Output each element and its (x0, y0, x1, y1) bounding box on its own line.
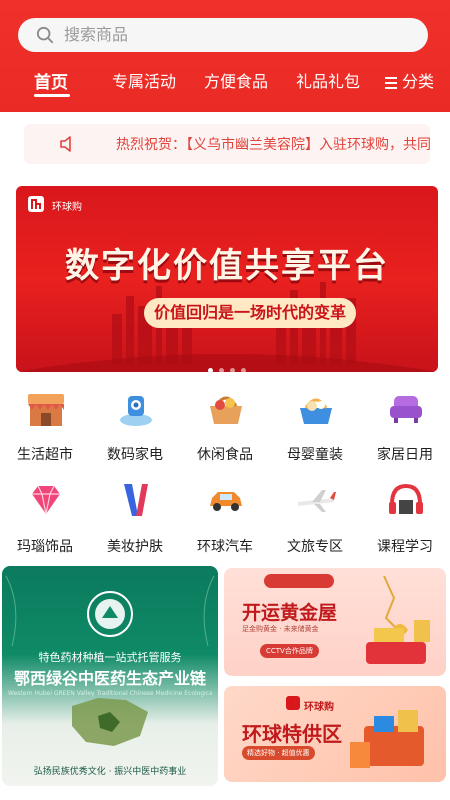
banner-slogan: 价值回归是一场时代的变革 (144, 298, 356, 328)
tcm-footer-slogan: 弘扬民族优秀文化 · 振兴中医中药事业 (33, 767, 187, 777)
active-tab-indicator (34, 94, 70, 97)
category-item-mother-baby[interactable]: 母婴童装 (270, 386, 360, 466)
gold-house-subtitle: 足金购黄金 · 未来储黄金 (242, 625, 319, 633)
category-label: 母婴童装 (287, 447, 343, 463)
category-item-beauty-skincare[interactable]: 美妆护肤 (90, 478, 180, 558)
baby-basket-icon (300, 398, 332, 424)
special-supply-title: 环球特供区 (242, 722, 342, 746)
announcement-text: 热烈祝贺：【义乌市幽兰美容院】入驻环球购，共同 (116, 137, 430, 153)
tcm-english-title: Western Hubei GREEN Valley Traditional C… (8, 690, 212, 697)
digital-appliance-icon (120, 396, 152, 426)
category-item-life-supermarket[interactable]: 生活超市 (0, 386, 90, 466)
tab-home[interactable]: 首页 (34, 68, 68, 93)
tcm-tagline: 特色药材种植一站式托管服务 (38, 651, 182, 664)
category-list-icon[interactable] (384, 76, 398, 90)
tab-exclusive-activity[interactable]: 专属活动 (112, 68, 176, 92)
category-label: 数码家电 (107, 447, 163, 463)
headphones-book-icon (389, 483, 423, 514)
category-item-culture-travel[interactable]: 文旅专区 (270, 478, 360, 558)
car-icon (210, 492, 242, 511)
app-root: 搜索商品 首页 专属活动 方便食品 礼品礼包 分类 热烈祝贺：【义乌市幽兰美容院… (0, 0, 450, 800)
store-icon (28, 394, 64, 426)
category-label: 休闲食品 (197, 447, 253, 463)
gem-icon (32, 485, 60, 515)
carousel-dot[interactable] (230, 368, 235, 372)
category-item-global-auto[interactable]: 环球汽车 (180, 478, 270, 558)
snack-basket-icon (210, 396, 242, 424)
tab-gift-packs[interactable]: 礼品礼包 (296, 68, 360, 92)
promo-card-gold-house[interactable]: 开运黄金屋 足金购黄金 · 未来储黄金 CCTV合作品牌 (224, 568, 446, 676)
category-label: 家居日用 (377, 447, 433, 463)
top-header: 搜索商品 首页 专属活动 方便食品 礼品礼包 分类 (0, 0, 450, 112)
promo-card-special-supply[interactable]: 环球购 环球特供区 精选好物 · 超值优惠 (224, 686, 446, 782)
tcm-title: 鄂西绿谷中医药生态产业链 (13, 669, 206, 688)
airplane-icon (298, 490, 336, 512)
gold-house-tag: CCTV合作品牌 (260, 644, 319, 658)
category-label: 课程学习 (377, 539, 433, 555)
category-item-digital-appliance[interactable]: 数码家电 (90, 386, 180, 466)
carousel-dot[interactable] (219, 368, 224, 372)
cosmetics-icon (124, 484, 148, 516)
speaker-icon (60, 136, 71, 152)
category-item-snacks[interactable]: 休闲食品 (180, 386, 270, 466)
category-item-home-daily[interactable]: 家居日用 (360, 386, 450, 466)
category-item-agate-jewelry[interactable]: 玛瑙饰品 (0, 478, 90, 558)
search-icon (36, 26, 54, 44)
huanqiugou-logo-icon (28, 196, 44, 212)
category-tabs: 首页 专属活动 方便食品 礼品礼包 分类 (0, 62, 450, 102)
hero-banner[interactable]: 环球购 数字化价值共享平台 价值回归是一场时代的变革 (16, 186, 438, 372)
search-bar[interactable]: 搜索商品 (18, 18, 428, 52)
banner-brand-name: 环球购 (52, 202, 82, 213)
carousel-indicator (16, 358, 438, 372)
tab-convenience-food[interactable]: 方便食品 (204, 68, 268, 92)
category-label: 文旅专区 (287, 539, 343, 555)
sofa-icon (390, 396, 422, 423)
category-label: 美妆护肤 (107, 539, 163, 555)
category-label: 玛瑙饰品 (17, 539, 73, 555)
special-supply-subtitle: 精选好物 · 超值优惠 (242, 746, 315, 760)
announcement-bar[interactable]: 热烈祝贺：【义乌市幽兰美容院】入驻环球购，共同 (24, 124, 430, 164)
tab-category[interactable]: 分类 (402, 68, 434, 92)
banner-title: 数字化价值共享平台 (65, 246, 389, 286)
category-item-course-learning[interactable]: 课程学习 (360, 478, 450, 558)
carousel-dot[interactable] (241, 368, 246, 372)
carousel-dot[interactable] (208, 368, 213, 372)
promo-card-tcm-industry[interactable]: 特色药材种植一站式托管服务 鄂西绿谷中医药生态产业链 Western Hubei… (2, 566, 218, 786)
gold-house-title: 开运黄金屋 (242, 602, 338, 624)
category-label: 生活超市 (17, 447, 73, 463)
category-label: 环球汽车 (197, 539, 253, 555)
search-input[interactable]: 搜索商品 (64, 18, 128, 52)
special-supply-brand: 环球购 (304, 702, 334, 713)
